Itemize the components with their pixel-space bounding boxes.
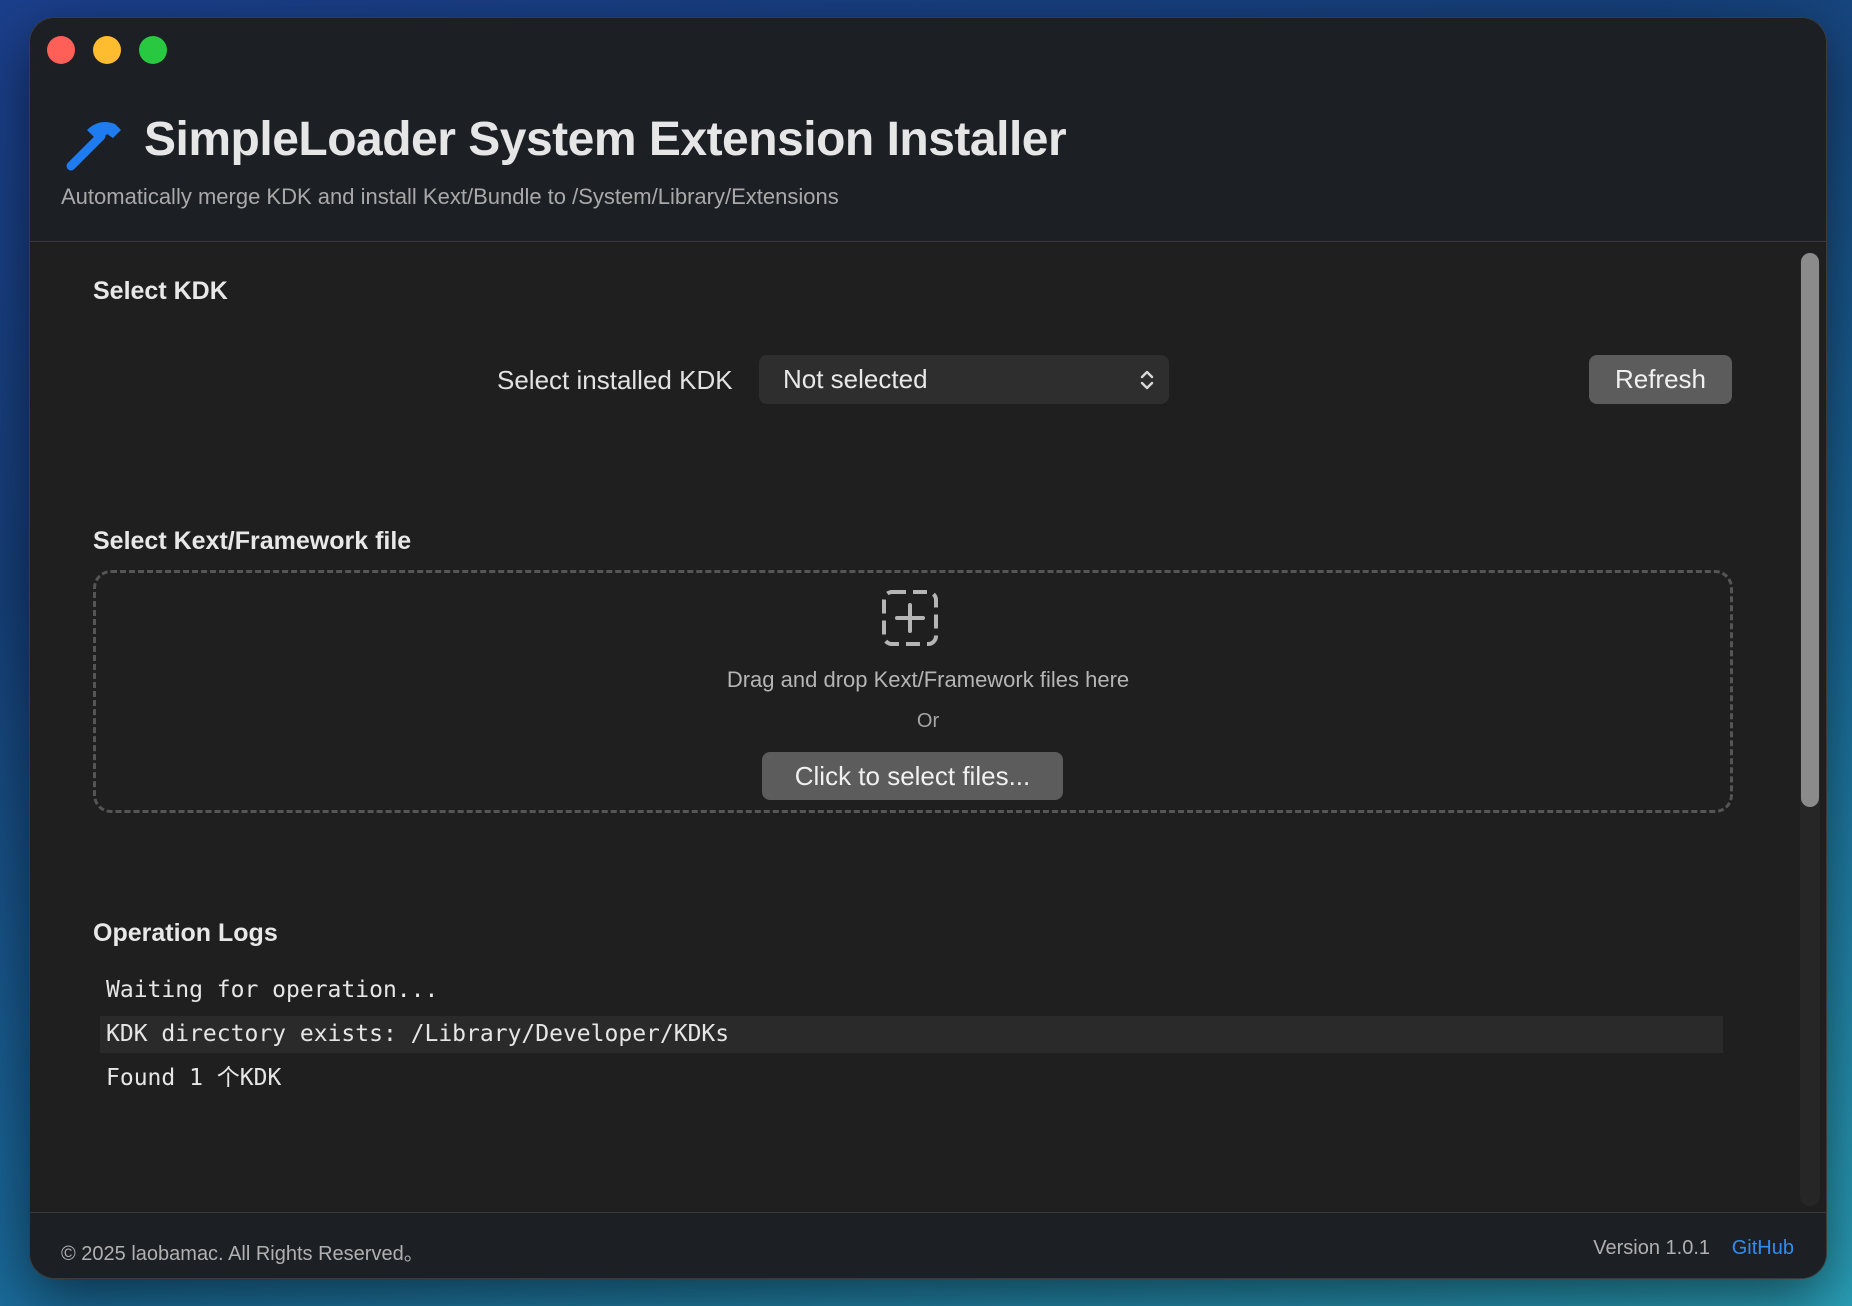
- app-window: SimpleLoader System Extension Installer …: [29, 17, 1827, 1279]
- operation-logs-heading: Operation Logs: [93, 919, 278, 947]
- refresh-button[interactable]: Refresh: [1589, 355, 1732, 404]
- select-file-heading: Select Kext/Framework file: [93, 527, 412, 555]
- kdk-select-label: Select installed KDK: [497, 365, 733, 395]
- version-label: Version 1.0.1: [1593, 1237, 1710, 1259]
- hammer-icon: [66, 122, 121, 171]
- log-line: Waiting for operation...: [106, 977, 439, 1003]
- log-line: Found 1 个KDK: [106, 1065, 282, 1091]
- github-link[interactable]: GitHub: [1732, 1237, 1794, 1260]
- select-kdk-heading: Select KDK: [93, 277, 228, 305]
- or-separator: Or: [916, 710, 940, 732]
- add-square-dashed-icon: [882, 590, 938, 646]
- vertical-scrollbar[interactable]: [1800, 253, 1820, 1206]
- footer: © 2025 laobamac. All Rights Reserved。 Ve…: [30, 1212, 1826, 1278]
- zoom-window-button[interactable]: [139, 36, 167, 64]
- close-window-button[interactable]: [47, 36, 75, 64]
- scrollbar-thumb[interactable]: [1801, 253, 1819, 807]
- page-title: SimpleLoader System Extension Installer: [144, 113, 1067, 166]
- kdk-dropdown[interactable]: Not selected: [759, 355, 1169, 404]
- log-line: KDK directory exists: /Library/Developer…: [100, 1016, 1723, 1053]
- kdk-dropdown-value: Not selected: [783, 364, 928, 394]
- header: SimpleLoader System Extension Installer …: [30, 18, 1826, 242]
- page-subtitle: Automatically merge KDK and install Kext…: [61, 184, 839, 209]
- select-files-button[interactable]: Click to select files...: [762, 752, 1063, 800]
- copyright-text: © 2025 laobamac. All Rights Reserved。: [61, 1243, 424, 1265]
- minimize-window-button[interactable]: [93, 36, 121, 64]
- main-content: Select KDK Select installed KDK Not sele…: [30, 243, 1826, 1212]
- drop-instructions: Drag and drop Kext/Framework files here: [726, 667, 1130, 692]
- chevron-up-down-icon: [1140, 370, 1154, 390]
